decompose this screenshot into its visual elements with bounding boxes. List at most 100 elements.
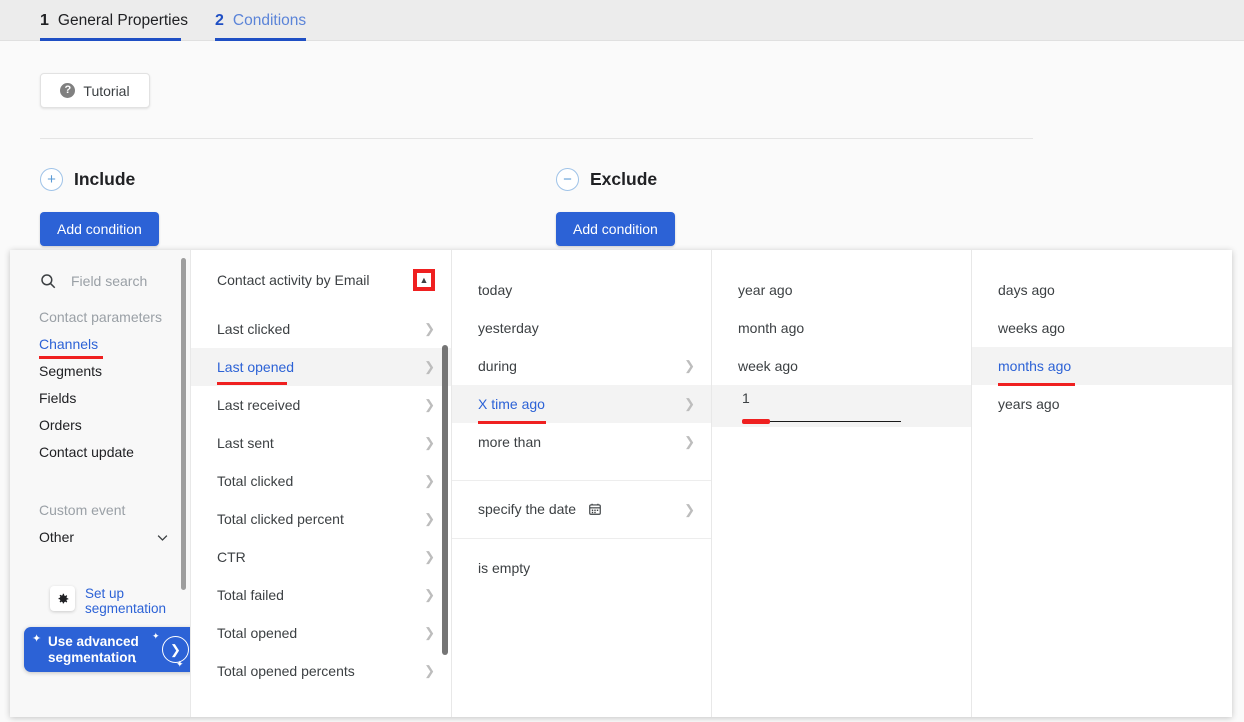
- unit-weeks-ago[interactable]: weeks ago: [972, 309, 1232, 347]
- operator-x-time-ago[interactable]: X time ago ❯: [452, 385, 711, 424]
- operator-more-than[interactable]: more than ❯: [452, 423, 711, 461]
- metric-total-opened-percents[interactable]: Total opened percents ❯: [191, 652, 451, 690]
- metric-last-received[interactable]: Last received ❯: [191, 386, 451, 424]
- operator-today[interactable]: today: [452, 271, 711, 309]
- metric-total-failed[interactable]: Total failed ❯: [191, 576, 451, 614]
- unit-plural-column: days ago weeks ago months ago years ago: [972, 250, 1232, 717]
- unit-year-ago[interactable]: year ago: [712, 271, 971, 309]
- unit-month-ago[interactable]: month ago: [712, 309, 971, 347]
- unit-months-ago[interactable]: months ago: [972, 347, 1232, 386]
- metric-ctr[interactable]: CTR ❯: [191, 538, 451, 576]
- field-search-placeholder: Field search: [71, 273, 148, 289]
- exclude-header: − Exclude: [556, 168, 675, 191]
- metric-last-opened[interactable]: Last opened ❯: [191, 348, 451, 386]
- sparkle-icon: •: [134, 659, 137, 666]
- sidebar-item-channels[interactable]: Channels: [10, 325, 190, 359]
- sidebar-item-label: Contact update: [39, 444, 134, 460]
- setup-segmentation-label: Set up segmentation: [85, 586, 167, 616]
- operator-label: more than: [478, 434, 542, 450]
- tab-conditions[interactable]: 2 Conditions: [215, 0, 316, 41]
- chevron-right-icon: ❯: [424, 473, 435, 488]
- tab-general-properties[interactable]: 1 General Properties: [40, 0, 198, 41]
- tutorial-button[interactable]: ? Tutorial: [40, 73, 150, 108]
- operator-specify-the-date[interactable]: specify the date ❯: [452, 481, 711, 538]
- unit-days-ago[interactable]: days ago: [972, 271, 1232, 309]
- exclude-title: Exclude: [590, 169, 658, 189]
- chevron-right-icon: ❯: [424, 511, 435, 526]
- sparkle-icon: ✦: [32, 633, 42, 645]
- chevron-right-icon: ❯: [424, 435, 435, 450]
- sidebar-item-label: Segments: [39, 363, 103, 379]
- field-search-row[interactable]: Field search: [10, 250, 190, 290]
- amount-input[interactable]: 1: [742, 385, 971, 406]
- sidebar-item-orders[interactable]: Orders: [10, 406, 190, 433]
- unit-singular-column: year ago month ago week ago 1: [712, 250, 972, 717]
- metric-label: Total opened percents: [217, 663, 355, 679]
- metric-label: Total failed: [217, 587, 284, 603]
- time-operator-column: today yesterday during ❯ X time ago ❯ mo…: [452, 250, 712, 717]
- sidebar-scrollbar[interactable]: [181, 258, 186, 590]
- unit-label: week ago: [738, 358, 798, 374]
- unit-label: months ago: [998, 358, 1072, 374]
- collapse-toggle-highlight[interactable]: ▲: [413, 269, 435, 291]
- sparkle-icon: ✦: [152, 631, 160, 641]
- operator-label: is empty: [478, 559, 531, 576]
- advanced-segmentation-label: Use advanced segmentation: [48, 633, 139, 665]
- setup-segmentation-link[interactable]: Set up segmentation: [50, 586, 173, 616]
- sidebar-item-label: Other: [39, 529, 75, 545]
- chevron-right-icon: ❯: [684, 396, 695, 411]
- operator-label: X time ago: [478, 396, 545, 412]
- include-group: + Include Add condition: [40, 168, 159, 246]
- tab-number: 1: [40, 11, 49, 29]
- metric-label: Last sent: [217, 435, 274, 451]
- question-mark-icon: ?: [60, 83, 76, 98]
- sidebar-item-segments[interactable]: Segments: [10, 352, 190, 379]
- unit-years-ago[interactable]: years ago: [972, 385, 1232, 423]
- metric-last-clicked[interactable]: Last clicked ❯: [191, 310, 451, 348]
- operator-label: today: [478, 282, 513, 298]
- exclude-group: − Exclude Add condition: [556, 168, 675, 246]
- metric-label: Total clicked percent: [217, 511, 344, 527]
- chevron-right-icon: ❯: [424, 321, 435, 336]
- search-icon: [41, 274, 56, 289]
- metrics-column: Contact activity by Email ▲ Last clicked…: [191, 250, 452, 717]
- sparkle-icon: ✦: [176, 659, 184, 669]
- chevron-right-icon: ❯: [684, 501, 695, 517]
- operator-during[interactable]: during ❯: [452, 347, 711, 385]
- amount-input-row[interactable]: 1: [712, 385, 971, 427]
- chevron-right-icon: ❯: [424, 359, 435, 374]
- tab-label: Conditions: [232, 11, 307, 29]
- metric-total-opened[interactable]: Total opened ❯: [191, 614, 451, 652]
- metrics-group-header[interactable]: Contact activity by Email ▲: [191, 250, 451, 310]
- sidebar-section-contact-parameters: Contact parameters: [39, 309, 162, 325]
- minus-circle-icon: −: [556, 168, 579, 191]
- chevron-right-icon: ❯: [684, 434, 695, 449]
- tab-active-underline: [215, 38, 307, 41]
- chevron-up-icon: ▲: [417, 273, 431, 287]
- sidebar-item-label: Fields: [39, 390, 77, 406]
- sidebar-item-contact-update[interactable]: Contact update: [10, 433, 190, 460]
- sidebar-item-label: Orders: [39, 417, 82, 433]
- metric-last-sent[interactable]: Last sent ❯: [191, 424, 451, 462]
- red-underline-annotation: [217, 381, 287, 385]
- unit-week-ago[interactable]: week ago: [712, 347, 971, 385]
- sidebar-item-fields[interactable]: Fields: [10, 379, 190, 406]
- wizard-tabs: 1 General Properties 2 Conditions: [40, 0, 316, 41]
- operator-is-empty[interactable]: is empty: [452, 539, 711, 596]
- chevron-right-icon: ❯: [424, 625, 435, 640]
- unit-label: years ago: [998, 396, 1060, 412]
- sidebar-item-other[interactable]: Other: [10, 518, 190, 545]
- metrics-scrollbar[interactable]: [442, 345, 448, 655]
- metric-total-clicked[interactable]: Total clicked ❯: [191, 462, 451, 500]
- exclude-add-condition-button[interactable]: Add condition: [556, 212, 675, 246]
- chevron-down-icon: [157, 534, 168, 541]
- plus-circle-icon: +: [40, 168, 63, 191]
- use-advanced-segmentation-button[interactable]: ✦ ✦ • ✦ Use advanced segmentation ❯: [24, 627, 190, 672]
- chevron-right-icon: ❯: [684, 358, 695, 373]
- operator-yesterday[interactable]: yesterday: [452, 309, 711, 347]
- metric-total-clicked-percent[interactable]: Total clicked percent ❯: [191, 500, 451, 538]
- tab-number: 2: [215, 11, 224, 29]
- unit-label: days ago: [998, 282, 1055, 298]
- gear-icon: [50, 586, 75, 611]
- include-add-condition-button[interactable]: Add condition: [40, 212, 159, 246]
